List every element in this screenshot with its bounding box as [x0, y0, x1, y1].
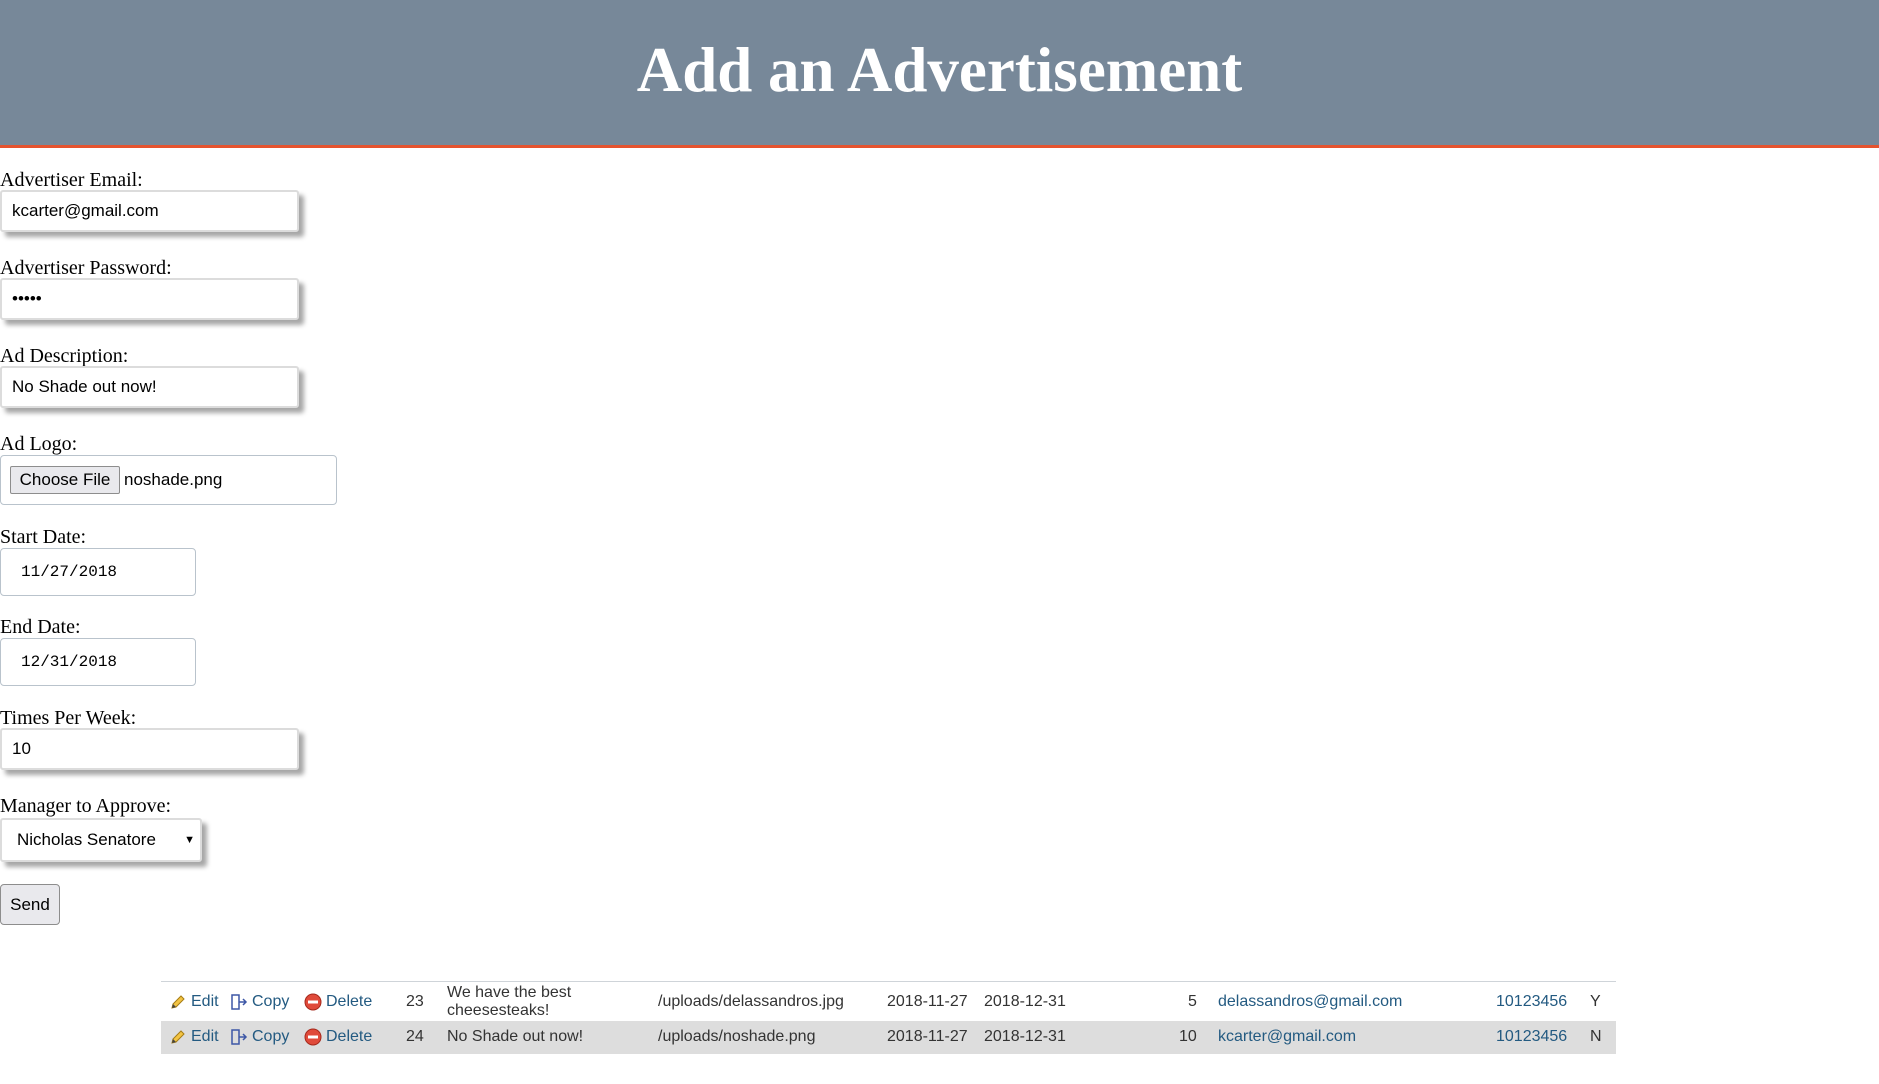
cell-times-per-week: 10 [1179, 1028, 1197, 1045]
cell-description: We have the best cheesesteaks! [447, 984, 572, 1019]
cell-logo-path: /uploads/delassandros.jpg [658, 993, 844, 1010]
copy-link[interactable]: Copy [230, 993, 289, 1011]
delete-label: Delete [326, 1028, 373, 1045]
copy-link[interactable]: Copy [230, 1028, 289, 1046]
start-date-field[interactable]: 11/27/2018 [0, 548, 196, 596]
edit-label: Edit [191, 1028, 219, 1045]
page-title: Add an Advertisement [636, 35, 1243, 105]
manager-selected-value: Nicholas Senatore [17, 830, 156, 849]
start-date-label: Start Date: [0, 526, 87, 548]
manager-label: Manager to Approve: [0, 795, 172, 817]
copy-icon [231, 994, 248, 1010]
cell-end-date: 2018-12-31 [984, 993, 1066, 1010]
times-per-week-label: Times Per Week: [0, 707, 137, 729]
password-label: Advertiser Password: [0, 257, 172, 279]
ads-table: Edit Copy Delete 23 We have the best che… [161, 981, 1616, 1054]
copy-icon [231, 1029, 248, 1045]
cell-logo-path: /uploads/noshade.png [658, 1028, 816, 1045]
cell-approved: Y [1590, 993, 1601, 1010]
logo-label: Ad Logo: [0, 433, 78, 455]
selected-file-name: noshade.png [124, 470, 223, 489]
table-row: Edit Copy Delete 24 No Shade out now! /u… [161, 1021, 1616, 1054]
description-field[interactable]: No Shade out now! [0, 366, 299, 408]
chevron-down-icon: ▼ [184, 834, 195, 846]
pencil-icon [171, 1030, 185, 1044]
end-date-field[interactable]: 12/31/2018 [0, 638, 196, 686]
send-button[interactable]: Send [0, 884, 60, 925]
edit-label: Edit [191, 993, 219, 1010]
description-label: Ad Description: [0, 345, 129, 367]
cell-id: 24 [406, 1028, 424, 1045]
choose-file-button[interactable]: Choose File [10, 466, 120, 494]
cell-email[interactable]: delassandros@gmail.com [1218, 993, 1402, 1011]
table-row: Edit Copy Delete 23 We have the best che… [161, 982, 1616, 1021]
delete-label: Delete [326, 993, 373, 1010]
copy-label: Copy [252, 993, 290, 1010]
copy-label: Copy [252, 1028, 290, 1045]
page-header: Add an Advertisement [0, 0, 1879, 148]
manager-select[interactable]: Nicholas Senatore ▼ [0, 818, 202, 862]
cell-description: No Shade out now! [447, 1028, 584, 1045]
pencil-icon [171, 995, 185, 1009]
cell-email[interactable]: kcarter@gmail.com [1218, 1028, 1356, 1046]
times-per-week-field[interactable]: 10 [0, 728, 299, 770]
edit-link[interactable]: Edit [169, 993, 219, 1011]
logo-file-input[interactable]: Choose File noshade.png [0, 455, 337, 505]
cell-manager-id[interactable]: 10123456 [1496, 1028, 1567, 1046]
edit-link[interactable]: Edit [169, 1028, 219, 1046]
email-label: Advertiser Email: [0, 169, 143, 191]
cell-start-date: 2018-11-27 [887, 1028, 968, 1045]
password-field[interactable]: ••••• [0, 278, 299, 320]
end-date-label: End Date: [0, 616, 81, 638]
cell-id: 23 [406, 993, 424, 1010]
cell-manager-id[interactable]: 10123456 [1496, 993, 1567, 1011]
delete-icon [304, 1028, 322, 1046]
cell-approved: N [1590, 1028, 1602, 1045]
email-field[interactable]: kcarter@gmail.com [0, 190, 299, 232]
cell-times-per-week: 5 [1188, 993, 1197, 1010]
cell-end-date: 2018-12-31 [984, 1028, 1066, 1045]
delete-link[interactable]: Delete [304, 1028, 372, 1046]
delete-link[interactable]: Delete [304, 993, 372, 1011]
delete-icon [304, 993, 322, 1011]
cell-start-date: 2018-11-27 [887, 993, 968, 1010]
